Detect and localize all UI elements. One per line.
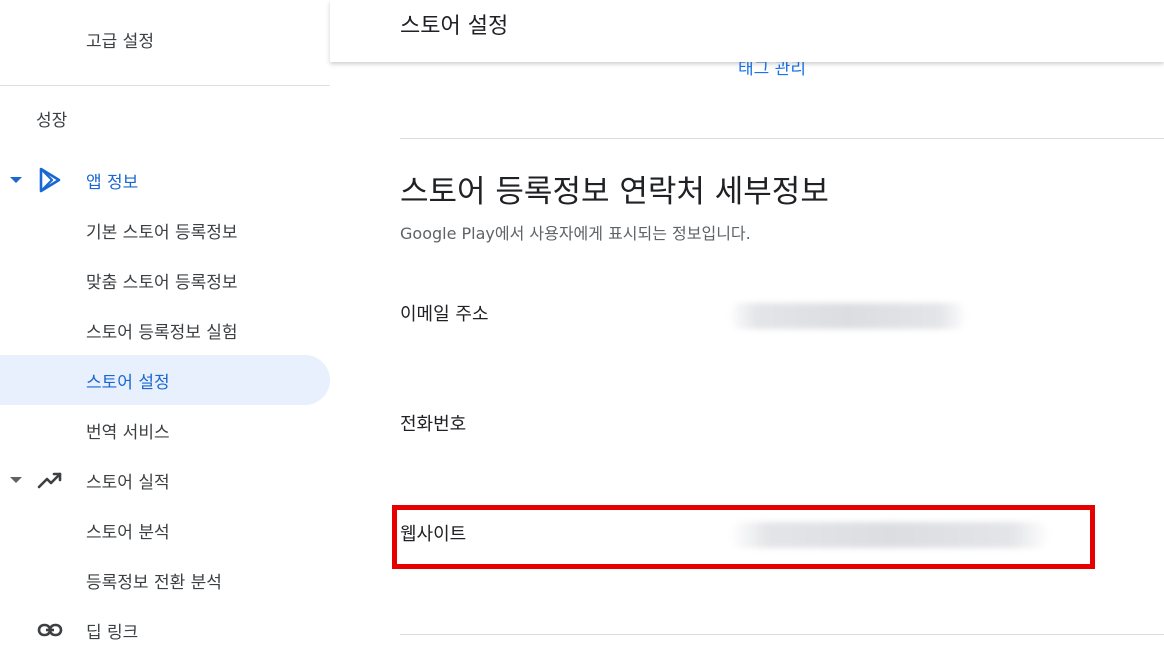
page-title: 스토어 설정 <box>400 14 509 39</box>
sidebar-item-translation-service[interactable]: 번역 서비스 <box>0 405 330 455</box>
email-value[interactable] <box>728 303 968 329</box>
sidebar-item-store-listing-experiments[interactable]: 스토어 등록정보 실험 <box>0 305 330 355</box>
sidebar-item-custom-store-listing[interactable]: 맞춤 스토어 등록정보 <box>0 255 330 305</box>
play-icon <box>39 167 61 193</box>
section-divider <box>400 138 1164 139</box>
sidebar-item-label: 맞춤 스토어 등록정보 <box>86 272 238 293</box>
caret-down-icon[interactable] <box>10 177 22 183</box>
sidebar-item-label: 스토어 등록정보 실험 <box>86 322 238 343</box>
sidebar-item-label: 딥 링크 <box>86 622 139 643</box>
website-highlight-box <box>392 505 1095 569</box>
play-console-page: 고급 설정 성장 앱 정보 기본 스토어 등록정보 맞춤 스토어 등록정보 스토… <box>0 0 1164 646</box>
sidebar-item-label: 번역 서비스 <box>86 422 170 443</box>
sidebar: 고급 설정 성장 앱 정보 기본 스토어 등록정보 맞춤 스토어 등록정보 스토… <box>0 0 330 646</box>
sidebar-item-main-store-listing[interactable]: 기본 스토어 등록정보 <box>0 205 330 255</box>
section-description: Google Play에서 사용자에게 표시되는 정보입니다. <box>400 224 751 243</box>
sidebar-item-label: 고급 설정 <box>86 31 154 52</box>
link-icon <box>37 623 63 637</box>
sidebar-item-store-analysis[interactable]: 스토어 분석 <box>0 505 330 555</box>
trending-up-icon <box>37 472 62 489</box>
sidebar-divider <box>0 85 330 86</box>
sidebar-item-store-settings[interactable]: 스토어 설정 <box>0 355 330 405</box>
sidebar-item-app-info[interactable]: 앱 정보 <box>0 155 330 205</box>
sidebar-item-label: 기본 스토어 등록정보 <box>86 222 238 243</box>
sidebar-item-store-performance[interactable]: 스토어 실적 <box>0 455 330 505</box>
section-divider <box>400 634 1164 635</box>
sidebar-section-growth: 성장 <box>36 111 68 131</box>
sidebar-item-label: 앱 정보 <box>86 172 139 193</box>
sidebar-item-label: 스토어 실적 <box>86 472 170 493</box>
sidebar-item-label: 등록정보 전환 분석 <box>86 572 222 593</box>
page-header: 스토어 설정 <box>330 0 1164 62</box>
sidebar-item-label: 스토어 분석 <box>86 522 170 543</box>
main-content: 스토어 설정 태그 관리 스토어 등록정보 연락처 세부정보 Google Pl… <box>330 0 1164 646</box>
section-title: 스토어 등록정보 연락처 세부정보 <box>400 174 829 210</box>
email-label: 이메일 주소 <box>400 304 489 325</box>
sidebar-item-listing-conversion-analysis[interactable]: 등록정보 전환 분석 <box>0 555 330 605</box>
phone-label: 전화번호 <box>400 414 467 435</box>
caret-down-icon[interactable] <box>10 477 22 483</box>
sidebar-item-label: 스토어 설정 <box>86 372 170 393</box>
sidebar-item-advanced-settings[interactable]: 고급 설정 <box>0 14 330 64</box>
sidebar-item-deep-links[interactable]: 딥 링크 <box>0 605 330 646</box>
